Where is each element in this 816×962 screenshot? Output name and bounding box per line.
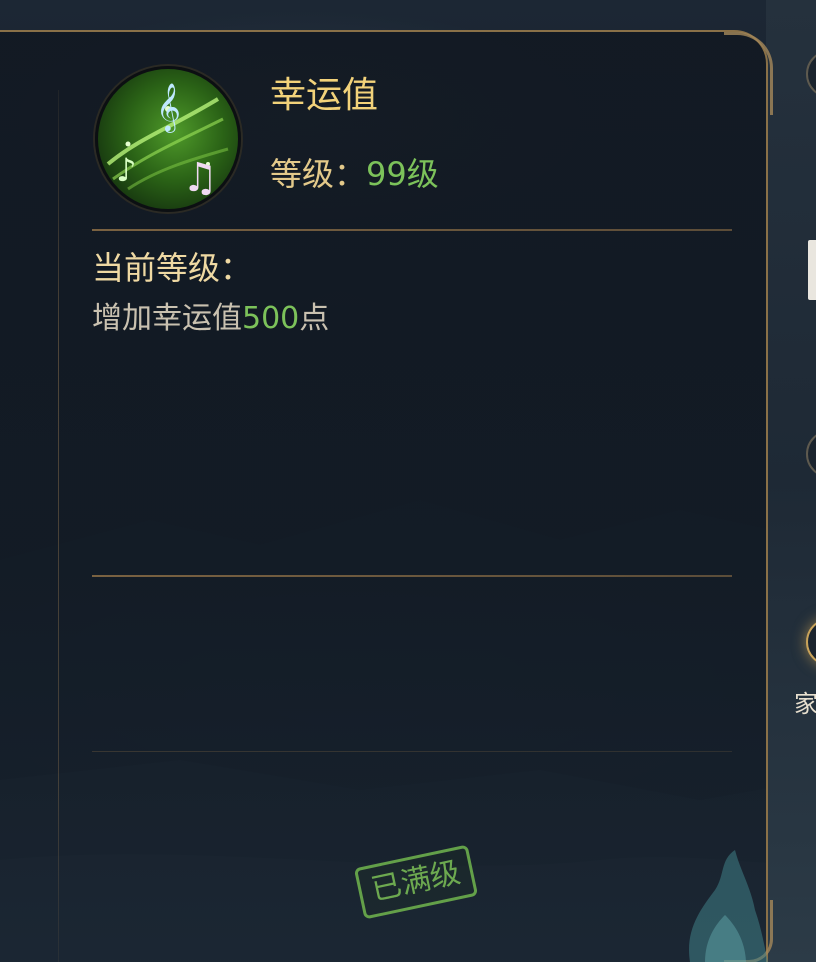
adjacent-highlight-bar [808, 240, 816, 300]
skill-level-value: 99级 [366, 155, 439, 193]
skill-name: 幸运值 [270, 75, 379, 116]
adjacent-slot-label: 家 [794, 690, 816, 718]
effect-prefix: 增加幸运值 [92, 301, 242, 336]
current-level-heading: 当前等级： [92, 249, 253, 287]
footer-divider [92, 751, 732, 752]
adjacent-panel-strip [766, 0, 816, 962]
current-level-effect: 增加幸运值500点 [92, 298, 329, 340]
svg-text:♫: ♫ [182, 155, 218, 201]
effect-suffix: 点 [299, 301, 330, 336]
svg-text:♪: ♪ [116, 151, 136, 189]
svg-text:𝄞: 𝄞 [156, 82, 181, 133]
skill-level-label: 等级： [270, 155, 367, 193]
decorative-shrub [689, 850, 768, 962]
effect-value: 500 [242, 301, 300, 336]
tooltip-scene: 家 𝄞 ♪ ♫ 幸运值 等级：99级 当前等级： 增加幸运值500点 已满级 [0, 0, 816, 962]
skill-level: 等级：99级 [270, 152, 439, 196]
panel-inner-border [58, 90, 59, 962]
header-divider [92, 229, 732, 231]
section-divider [92, 575, 732, 577]
music-notes-icon: 𝄞 ♪ ♫ [95, 66, 241, 212]
